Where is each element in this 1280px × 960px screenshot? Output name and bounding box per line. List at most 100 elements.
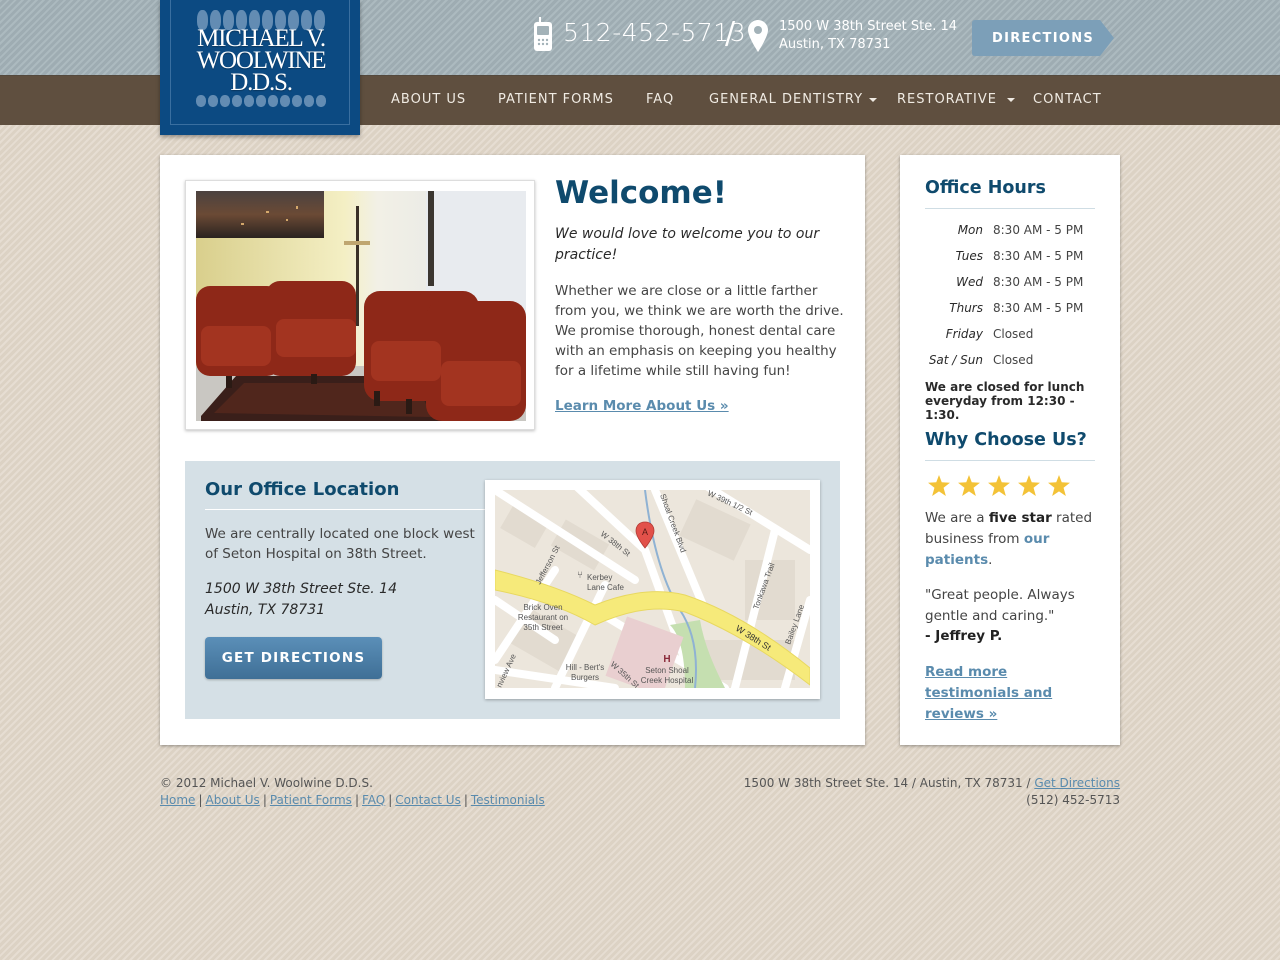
nav-label: GENERAL DENTISTRY bbox=[709, 92, 864, 107]
header-separator: / bbox=[725, 16, 736, 51]
star-rating bbox=[928, 475, 1070, 496]
location-title: Our Office Location bbox=[205, 479, 400, 500]
footer-left: © 2012 Michael V. Woolwine D.D.S. Home | A… bbox=[160, 775, 545, 808]
footer-link-about-us[interactable]: About Us bbox=[205, 793, 259, 807]
header-address-line2: Austin, TX 78731 bbox=[779, 37, 891, 52]
hours-row: Friday Closed bbox=[925, 327, 1095, 347]
hours-time: 8:30 AM - 5 PM bbox=[993, 223, 1084, 237]
nav-item-faq[interactable]: FAQ bbox=[646, 75, 674, 125]
directions-button[interactable]: DIRECTIONS bbox=[972, 20, 1114, 56]
svg-text:A: A bbox=[642, 527, 648, 537]
logo-line-3: D.D.S. bbox=[230, 69, 293, 96]
rating-text: We are a five star rated business from o… bbox=[925, 508, 1100, 571]
footer-link-testimonials[interactable]: Testimonials bbox=[471, 793, 545, 807]
hours-time: 8:30 AM - 5 PM bbox=[993, 275, 1084, 289]
footer-right: 1500 W 38th Street Ste. 14 / Austin, TX … bbox=[744, 775, 1120, 809]
restaurant-icon: ⑂ bbox=[577, 570, 583, 581]
directions-button-label: DIRECTIONS bbox=[992, 30, 1095, 46]
logo-frame: MICHAEL V. WOOLWINE D.D.S. bbox=[170, 0, 350, 125]
footer-link-faq[interactable]: FAQ bbox=[362, 793, 385, 807]
location-address: 1500 W 38th Street Ste. 14 Austin, TX 78… bbox=[205, 579, 397, 621]
rating-text-part: . bbox=[988, 552, 993, 568]
hours-day: Mon bbox=[957, 223, 983, 237]
separator: | bbox=[388, 792, 393, 807]
footer-get-directions-link[interactable]: Get Directions bbox=[1034, 776, 1120, 790]
nav-item-patient-forms[interactable]: PATIENT FORMS bbox=[498, 75, 614, 125]
star-icon bbox=[928, 475, 950, 496]
location-address-line1: 1500 W 38th Street Ste. 14 bbox=[205, 581, 398, 597]
welcome-title: Welcome! bbox=[555, 175, 727, 211]
footer-link-patient-forms[interactable]: Patient Forms bbox=[270, 793, 352, 807]
header-phone[interactable]: 512-452-5713 bbox=[563, 18, 746, 47]
learn-more-link[interactable]: Learn More About Us » bbox=[555, 398, 729, 414]
sidebar: Office Hours Mon 8:30 AM - 5 PM Tues 8:3… bbox=[900, 155, 1120, 745]
star-icon bbox=[1018, 475, 1040, 496]
footer-address: 1500 W 38th Street Ste. 14 / Austin, TX … bbox=[743, 776, 1035, 790]
hours-day: Thurs bbox=[949, 301, 983, 315]
separator: | bbox=[354, 792, 359, 807]
nav-label: RESTORATIVE bbox=[897, 92, 997, 107]
office-photo bbox=[196, 191, 526, 421]
nav-label: PATIENT FORMS bbox=[498, 92, 614, 107]
footer-links: Home | About Us | Patient Forms | FAQ | Contact … bbox=[160, 792, 545, 809]
footer-phone: (512) 452-5713 bbox=[1026, 793, 1120, 807]
hours-row: Wed 8:30 AM - 5 PM bbox=[925, 275, 1095, 295]
why-choose-title: Why Choose Us? bbox=[925, 430, 1087, 450]
office-hours-title: Office Hours bbox=[925, 178, 1046, 198]
office-location-box: Our Office Location We are centrally loc… bbox=[185, 461, 840, 719]
hours-day: Tues bbox=[955, 249, 983, 263]
nav-item-general-dentistry[interactable]: GENERAL DENTISTRY bbox=[709, 75, 878, 125]
read-testimonials-link[interactable]: Read more testimonials and reviews » bbox=[925, 662, 1100, 725]
footer-link-home[interactable]: Home bbox=[160, 793, 195, 807]
map-place-label: Seton Shoal Creek Hospital bbox=[641, 666, 694, 685]
map-graphic: W 39th 1/2 St Shoal Creek Blvd W 38th St… bbox=[495, 490, 810, 688]
location-map[interactable]: W 39th 1/2 St Shoal Creek Blvd W 38th St… bbox=[495, 490, 810, 688]
map-place-line: Lane Cafe bbox=[587, 583, 624, 592]
hours-time: Closed bbox=[993, 327, 1034, 341]
office-photo-frame bbox=[185, 180, 535, 430]
nav-item-about-us[interactable]: ABOUT US bbox=[391, 75, 466, 125]
nav-label: ABOUT US bbox=[391, 92, 467, 107]
footer-link-contact-us[interactable]: Contact Us bbox=[395, 793, 461, 807]
mobile-phone-icon bbox=[534, 17, 552, 51]
welcome-subtitle: We would love to welcome you to our prac… bbox=[555, 226, 820, 263]
map-frame: W 39th 1/2 St Shoal Creek Blvd W 38th St… bbox=[485, 480, 820, 699]
testimonial-quote: "Great people. Always gentle and caring.… bbox=[925, 585, 1100, 647]
logo-text: MICHAEL V. WOOLWINE D.D.S. bbox=[171, 26, 351, 96]
separator: | bbox=[262, 792, 267, 807]
get-directions-button[interactable]: GET DIRECTIONS bbox=[205, 637, 382, 679]
lunch-note: We are closed for lunch everyday from 12… bbox=[925, 380, 1085, 422]
star-icon bbox=[1048, 475, 1070, 496]
hours-day: Friday bbox=[945, 327, 983, 341]
welcome-body: Whether we are close or a little farther… bbox=[555, 283, 844, 379]
rating-text-part: We are a bbox=[925, 510, 989, 526]
map-place-line: Kerbey bbox=[587, 573, 612, 582]
quote-author: - Jeffrey P. bbox=[925, 628, 1003, 644]
hours-row: Sat / Sun Closed bbox=[925, 353, 1095, 373]
hospital-icon: H bbox=[663, 654, 670, 665]
main-content: Welcome! We would love to welcome you to… bbox=[160, 155, 865, 745]
nav-item-contact[interactable]: CONTACT bbox=[1033, 75, 1102, 125]
map-place-label: Hill - Bert's Burgers bbox=[566, 663, 604, 682]
hours-row: Mon 8:30 AM - 5 PM bbox=[925, 223, 1095, 243]
hours-row: Thurs 8:30 AM - 5 PM bbox=[925, 301, 1095, 321]
copyright: © 2012 Michael V. Woolwine D.D.S. bbox=[160, 776, 373, 790]
divider bbox=[925, 208, 1095, 209]
caret-down-icon bbox=[869, 97, 878, 102]
location-description: We are centrally located one block west … bbox=[205, 526, 475, 562]
hours-time: 8:30 AM - 5 PM bbox=[993, 301, 1084, 315]
separator: | bbox=[463, 792, 468, 807]
divider bbox=[925, 460, 1095, 461]
location-address-line2: Austin, TX 78731 bbox=[205, 602, 326, 618]
hours-day: Sat / Sun bbox=[928, 353, 983, 367]
hours-time: Closed bbox=[993, 353, 1034, 367]
map-place-label: Brick Oven Restaurant on 35th Street bbox=[518, 603, 568, 632]
logo[interactable]: MICHAEL V. WOOLWINE D.D.S. bbox=[160, 0, 360, 135]
star-icon bbox=[988, 475, 1010, 496]
hours-day: Wed bbox=[956, 275, 983, 289]
caret-down-icon bbox=[1006, 97, 1015, 102]
hours-row: Tues 8:30 AM - 5 PM bbox=[925, 249, 1095, 269]
quote-text: "Great people. Always gentle and caring.… bbox=[925, 587, 1075, 624]
nav-label: FAQ bbox=[646, 92, 675, 107]
nav-item-restorative[interactable]: RESTORATIVE bbox=[897, 75, 1015, 125]
